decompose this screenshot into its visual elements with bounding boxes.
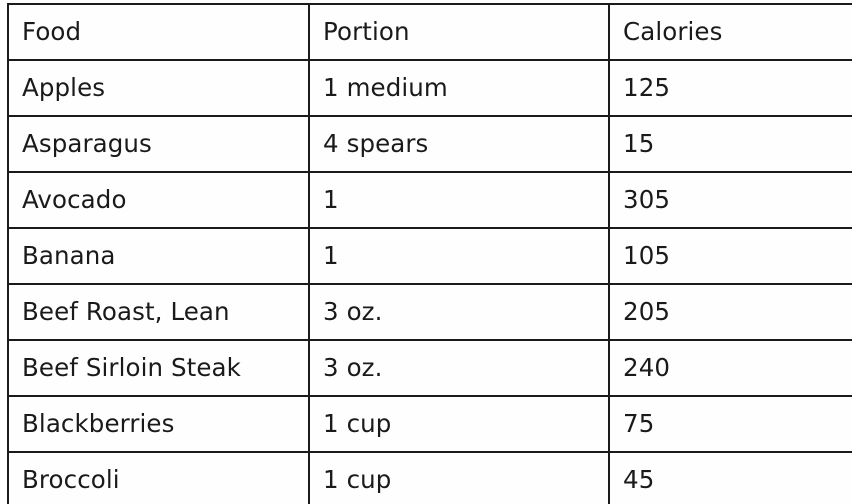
column-header-calories: Calories <box>609 3 852 61</box>
table-row: Asparagus 4 spears 15 <box>7 115 852 173</box>
cell-food: Blackberries <box>7 395 310 453</box>
cell-calories-text: 205 <box>623 296 671 326</box>
cell-food: Banana <box>7 227 310 285</box>
cell-calories: 105 <box>609 227 852 285</box>
cell-portion-text: 1 medium <box>323 72 448 102</box>
table-row: Apples 1 medium 125 <box>7 59 852 117</box>
cell-food-text: Banana <box>22 240 116 270</box>
calorie-table: Food Portion Calories Apples 1 medium 12… <box>7 3 852 504</box>
cell-food-text: Avocado <box>22 184 127 214</box>
cell-food-text: Blackberries <box>22 408 175 438</box>
cell-calories-text: 125 <box>623 72 671 102</box>
table-row: Banana 1 105 <box>7 227 852 285</box>
cell-portion-text: 1 <box>323 240 339 270</box>
cell-calories: 15 <box>609 115 852 173</box>
cell-food: Apples <box>7 59 310 117</box>
cell-portion: 1 medium <box>309 59 610 117</box>
cell-portion: 1 <box>309 171 610 229</box>
table-header: Food Portion Calories <box>7 3 852 61</box>
cell-food-text: Apples <box>22 72 106 102</box>
cell-portion: 1 cup <box>309 395 610 453</box>
cell-portion-text: 1 cup <box>323 464 392 494</box>
column-header-portion-label: Portion <box>323 16 410 46</box>
cell-portion: 1 cup <box>309 451 610 504</box>
table-body: Apples 1 medium 125 Asparagus 4 spears 1… <box>7 59 852 504</box>
table-header-row: Food Portion Calories <box>7 3 852 61</box>
table-row: Blackberries 1 cup 75 <box>7 395 852 453</box>
cell-calories: 125 <box>609 59 852 117</box>
cell-calories-text: 240 <box>623 352 671 382</box>
column-header-food-label: Food <box>22 16 82 46</box>
table-row: Beef Roast, Lean 3 oz. 205 <box>7 283 852 341</box>
column-header-portion: Portion <box>309 3 610 61</box>
column-header-calories-label: Calories <box>623 16 723 46</box>
cell-portion: 3 oz. <box>309 339 610 397</box>
table-row: Broccoli 1 cup 45 <box>7 451 852 504</box>
cell-portion: 3 oz. <box>309 283 610 341</box>
cell-portion: 1 <box>309 227 610 285</box>
cell-food-text: Asparagus <box>22 128 152 158</box>
cell-food: Beef Roast, Lean <box>7 283 310 341</box>
cell-portion: 4 spears <box>309 115 610 173</box>
table-row: Beef Sirloin Steak 3 oz. 240 <box>7 339 852 397</box>
cell-food-text: Beef Roast, Lean <box>22 296 230 326</box>
cell-calories: 305 <box>609 171 852 229</box>
cell-calories-text: 15 <box>623 128 655 158</box>
calorie-table-container: Food Portion Calories Apples 1 medium 12… <box>7 3 852 504</box>
column-header-food: Food <box>7 3 310 61</box>
cell-food-text: Broccoli <box>22 464 120 494</box>
cell-portion-text: 3 oz. <box>323 352 383 382</box>
cell-portion-text: 1 <box>323 184 339 214</box>
cell-food: Avocado <box>7 171 310 229</box>
cell-portion-text: 1 cup <box>323 408 392 438</box>
screenshot-canvas: Food Portion Calories Apples 1 medium 12… <box>0 0 852 504</box>
cell-calories-text: 75 <box>623 408 655 438</box>
cell-food: Asparagus <box>7 115 310 173</box>
cell-portion-text: 4 spears <box>323 128 429 158</box>
cell-food: Beef Sirloin Steak <box>7 339 310 397</box>
cell-food: Broccoli <box>7 451 310 504</box>
cell-calories: 45 <box>609 451 852 504</box>
table-row: Avocado 1 305 <box>7 171 852 229</box>
cell-calories: 240 <box>609 339 852 397</box>
cell-portion-text: 3 oz. <box>323 296 383 326</box>
cell-calories: 205 <box>609 283 852 341</box>
cell-calories-text: 305 <box>623 184 671 214</box>
cell-calories-text: 45 <box>623 464 655 494</box>
cell-calories: 75 <box>609 395 852 453</box>
cell-food-text: Beef Sirloin Steak <box>22 352 241 382</box>
cell-calories-text: 105 <box>623 240 671 270</box>
